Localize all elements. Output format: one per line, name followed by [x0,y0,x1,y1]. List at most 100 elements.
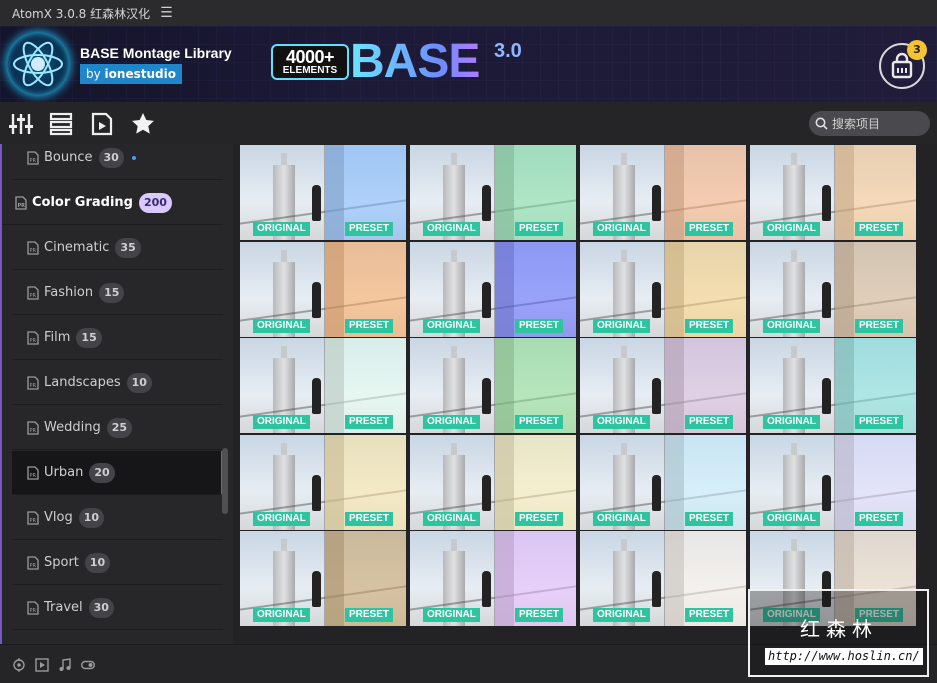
search-icon [815,117,828,130]
preset-thumbnail[interactable]: ORIGINAL PRESET [410,434,576,530]
preset-label: PRESET [685,222,734,236]
star-icon[interactable] [130,111,156,137]
preset-thumbnail[interactable]: ORIGINAL PRESET [580,241,746,337]
preset-thumbnail[interactable]: ORIGINAL PRESET [240,434,406,530]
person [652,474,661,511]
preset-file-icon: PR [27,150,39,165]
sidebar-item-film[interactable]: PR Film 15 [12,316,223,360]
sidebar-item-label: Bounce [44,150,93,165]
preset-thumbnail[interactable]: ORIGINAL PRESET [750,241,916,337]
hamburger-icon[interactable]: ☰ [160,5,173,21]
window-title: AtomX 3.0.8 红森林汉化 [12,6,151,21]
cart-count-badge: 3 [907,40,927,60]
person [482,474,491,511]
person [822,185,831,221]
video-file-icon[interactable] [89,111,115,137]
category-sidebar: PR Bounce 30 PR Color Grading 200 PR Cinematic 3… [0,144,233,644]
sidebar-item-urban[interactable]: PR Urban 20 [12,451,223,495]
item-count-badge: 25 [106,417,133,438]
preset-label: PRESET [345,415,394,429]
sidebar-item-cinematic[interactable]: PR Cinematic 35 [12,226,223,270]
original-label: ORIGINAL [253,415,310,429]
preset-label: PRESET [515,511,564,526]
preset-thumbnail[interactable]: ORIGINAL PRESET [240,338,406,433]
video-icon[interactable] [35,658,49,672]
banner-count: 4000+ [285,47,335,67]
person [822,378,831,414]
sidebar-item-bounce[interactable]: PR Bounce 30 [12,144,223,180]
sidebar-item-sport[interactable]: PR Sport 10 [12,541,223,585]
sidebar-item-travel[interactable]: PR Travel 30 [12,586,223,630]
original-label: ORIGINAL [593,511,650,526]
preset-thumbnail[interactable]: ORIGINAL PRESET [410,241,576,337]
preset-thumbnail[interactable]: ORIGINAL PRESET [410,531,576,626]
preset-thumbnail[interactable]: ORIGINAL PRESET [750,145,916,240]
sliders-icon[interactable] [8,111,34,137]
toggle-icon[interactable] [81,658,95,672]
original-label: ORIGINAL [423,415,480,429]
svg-text:PR: PR [18,203,26,209]
svg-text:PR: PR [30,608,37,614]
search-box[interactable] [809,111,930,136]
person [312,281,321,318]
item-count-badge: 20 [89,462,115,483]
preset-thumbnail[interactable]: ORIGINAL PRESET [410,338,576,433]
sidebar-scrollbar[interactable] [222,448,228,514]
original-label: ORIGINAL [253,608,310,622]
person [312,185,321,221]
person [312,474,321,511]
original-label: ORIGINAL [423,222,480,236]
watermark-text: 红森林 [800,617,878,641]
sidebar-item-fashion[interactable]: PR Fashion 15 [12,271,223,315]
sidebar-item-landscapes[interactable]: PR Landscapes 10 [12,361,223,405]
person [822,281,831,318]
item-count-badge: 15 [99,282,125,303]
music-icon[interactable] [58,658,72,672]
preset-thumbnail[interactable]: ORIGINAL PRESET [580,434,746,530]
sidebar-item-color-grading[interactable]: PR Color Grading 200 [2,181,223,225]
sidebar-item-vlog[interactable]: PR Vlog 10 [12,496,223,540]
person [482,378,491,414]
sidebar-item-label: Travel [44,600,83,615]
original-label: ORIGINAL [253,222,310,236]
list-view-icon[interactable] [48,111,74,137]
original-label: ORIGINAL [763,222,820,236]
preset-thumbnail[interactable]: ORIGINAL PRESET [240,145,406,240]
atom-logo-icon[interactable] [6,32,70,96]
target-icon[interactable] [12,658,26,672]
preset-thumbnail[interactable]: ORIGINAL PRESET [580,531,746,626]
preset-label: PRESET [685,415,734,429]
author-prefix: by [86,67,101,81]
preset-label: PRESET [855,511,904,526]
preset-thumbnail[interactable]: ORIGINAL PRESET [750,338,916,433]
author-badge[interactable]: by ionestudio [80,64,182,84]
preset-label: PRESET [855,415,904,429]
preset-label: PRESET [685,318,734,333]
sidebar-item-wedding[interactable]: PR Wedding 25 [12,406,223,450]
search-input[interactable] [832,116,922,131]
item-count-badge: 200 [138,192,172,213]
sidebar-item-label: Fashion [44,285,94,300]
person [312,378,321,414]
preset-label: PRESET [685,608,734,622]
original-label: ORIGINAL [593,415,650,429]
person [652,571,661,607]
person [822,474,831,511]
preset-thumbnail[interactable]: ORIGINAL PRESET [580,338,746,433]
preset-thumbnail[interactable]: ORIGINAL PRESET [240,241,406,337]
original-label: ORIGINAL [593,318,650,333]
preset-file-icon: PR [27,555,39,570]
svg-text:PR: PR [30,338,37,344]
sidebar-item-label: Cinematic [44,240,110,255]
preset-label: PRESET [515,608,564,622]
person [652,185,661,221]
preset-thumbnail[interactable]: ORIGINAL PRESET [580,145,746,240]
preset-thumbnail[interactable]: ORIGINAL PRESET [750,434,916,530]
preset-label: PRESET [855,222,904,236]
sidebar-item-label: Sport [44,555,79,570]
preset-thumbnail[interactable]: ORIGINAL PRESET [240,531,406,626]
title-bar: AtomX 3.0.8 红森林汉化 ☰ [0,0,937,26]
preset-label: PRESET [345,318,394,333]
preset-thumbnail[interactable]: ORIGINAL PRESET [410,145,576,240]
watermark-url: http://www.hoslin.cn/ [765,648,923,665]
